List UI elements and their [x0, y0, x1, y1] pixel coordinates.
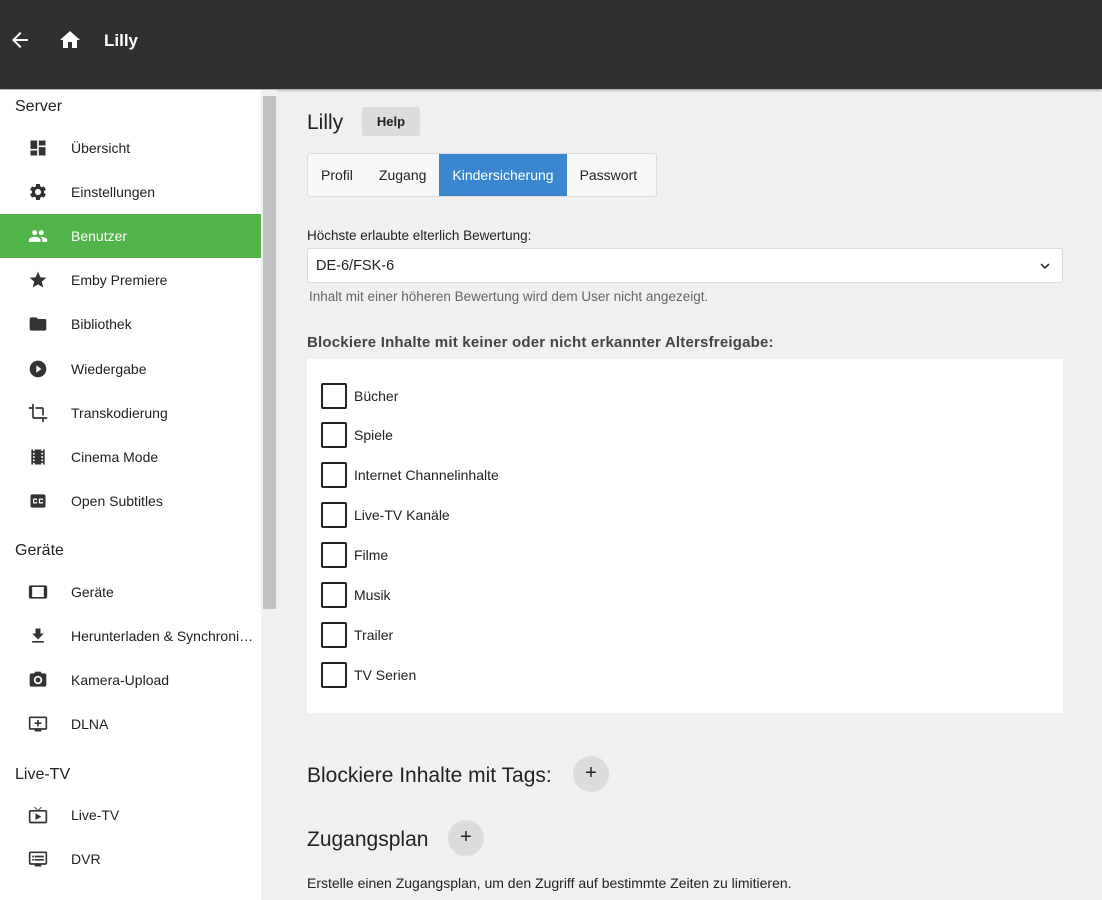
sidebar-item-label: Einstellungen [71, 184, 156, 200]
live-tv-icon [28, 805, 48, 825]
block-unrated-panel: Bücher Spiele Internet Channelinhalte Li… [307, 359, 1063, 713]
sidebar-item-label: Geräte [71, 584, 114, 600]
sidebar-item-label: Übersicht [71, 140, 131, 156]
sidebar-item-label: Wiedergabe [71, 361, 147, 377]
add-schedule-button[interactable]: + [448, 820, 484, 856]
checkbox-label: Trailer [354, 627, 394, 643]
checkbox-label: Live-TV Kanäle [354, 507, 450, 523]
sidebar-section-live-tv: Live-TV [15, 766, 71, 783]
checkbox-label: Musik [354, 587, 391, 603]
checkbox-label: TV Serien [354, 667, 417, 683]
tags-heading: Blockiere Inhalte mit Tags: [307, 764, 552, 787]
help-button[interactable]: Help [362, 107, 420, 136]
checkbox-box[interactable] [321, 462, 347, 488]
checkbox-label: Spiele [354, 427, 393, 443]
rating-description: Inhalt mit einer höheren Bewertung wird … [309, 289, 709, 304]
sidebar-item-label: Bibliothek [71, 316, 132, 332]
sidebar-item-kamera-upload[interactable]: Kamera-Upload [0, 658, 261, 702]
checkbox-box[interactable] [321, 542, 347, 568]
home-icon[interactable] [58, 28, 82, 52]
checkbox-box[interactable] [321, 582, 347, 608]
tab-kindersicherung[interactable]: Kindersicherung [439, 154, 567, 196]
sidebar-item-benutzer[interactable]: Benutzer [0, 214, 261, 258]
top-app-bar: Lilly [0, 0, 1102, 89]
sidebar-item-dlna[interactable]: DLNA [0, 702, 261, 746]
checkbox-box[interactable] [321, 383, 347, 409]
sidebar-item-label: Herunterladen & Synchronisieren [71, 628, 259, 644]
back-arrow-icon[interactable] [8, 28, 32, 52]
tab-profil[interactable]: Profil [308, 154, 366, 196]
dvr-icon [28, 849, 48, 869]
sidebar-item-transkodierung[interactable]: Transkodierung [0, 391, 261, 435]
sidebar-item-wiedergabe[interactable]: Wiedergabe [0, 347, 261, 391]
sidebar-item-geraete[interactable]: Geräte [0, 570, 261, 614]
sidebar-item-label: DVR [71, 851, 101, 867]
checkbox-box[interactable] [321, 422, 347, 448]
checkbox-label: Bücher [354, 388, 399, 404]
sidebar-item-emby-premiere[interactable]: Emby Premiere [0, 258, 261, 302]
sidebar-section-server: Server [15, 98, 63, 115]
tab-zugang[interactable]: Zugang [366, 154, 439, 196]
sidebar-item-label: Kamera-Upload [71, 672, 170, 688]
tablet-icon [28, 582, 48, 602]
schedule-description: Erstelle einen Zugangsplan, um den Zugri… [307, 875, 792, 891]
gear-icon [28, 182, 48, 202]
dlna-icon [28, 714, 48, 734]
checkbox-label: Filme [354, 547, 389, 563]
folder-icon [28, 314, 48, 334]
sidebar-item-herunterladen[interactable]: Herunterladen & Synchronisieren [0, 614, 261, 658]
page-title: Lilly [307, 111, 344, 134]
checkbox-box[interactable] [321, 662, 347, 688]
rating-select[interactable]: DE-6/FSK-6 [307, 248, 1063, 283]
people-icon [28, 226, 48, 246]
camera-icon [28, 670, 48, 690]
sidebar-item-einstellungen[interactable]: Einstellungen [0, 170, 261, 214]
sidebar-item-bibliothek[interactable]: Bibliothek [0, 302, 261, 346]
add-tag-button[interactable]: + [573, 756, 609, 792]
block-unrated-heading: Blockiere Inhalte mit keiner oder nicht … [307, 334, 774, 351]
sidebar-section-geraete: Geräte [15, 542, 64, 559]
sidebar-item-live-tv[interactable]: Live-TV [0, 793, 261, 837]
chevron-down-icon [1036, 257, 1054, 275]
sidebar-item-label: Transkodierung [71, 405, 168, 421]
schedule-heading: Zugangsplan [307, 828, 429, 851]
film-icon [28, 447, 48, 467]
crop-icon [28, 403, 48, 423]
checkbox-label: Internet Channelinhalte [354, 467, 499, 483]
user-tabs: Profil Zugang Kindersicherung Passwort [307, 153, 657, 197]
app-title: Lilly [104, 31, 139, 50]
closed-caption-icon [28, 491, 48, 511]
sidebar-item-uebersicht[interactable]: Übersicht [0, 126, 261, 170]
checkbox-box[interactable] [321, 502, 347, 528]
download-icon [28, 626, 48, 646]
sidebar-item-label: Emby Premiere [71, 272, 168, 288]
tab-passwort[interactable]: Passwort [567, 154, 651, 196]
rating-select-value: DE-6/FSK-6 [316, 258, 395, 274]
play-circle-icon [28, 359, 48, 379]
sidebar-item-cinema-mode[interactable]: Cinema Mode [0, 435, 261, 479]
star-icon [28, 270, 48, 290]
sidebar: Server Übersicht Einstellungen Benutzer … [0, 90, 261, 900]
sidebar-item-label: DLNA [71, 716, 109, 732]
checkbox-box[interactable] [321, 622, 347, 648]
dashboard-icon [28, 138, 48, 158]
sidebar-item-dvr[interactable]: DVR [0, 837, 261, 881]
sidebar-item-label: Open Subtitles [71, 493, 163, 509]
rating-label: Höchste erlaubte elterlich Bewertung: [307, 228, 532, 243]
sidebar-item-open-subtitles[interactable]: Open Subtitles [0, 479, 261, 523]
sidebar-item-label: Benutzer [71, 228, 128, 244]
sidebar-scrollbar-thumb[interactable] [263, 96, 276, 609]
sidebar-item-label: Cinema Mode [71, 449, 159, 465]
sidebar-item-label: Live-TV [71, 807, 120, 823]
